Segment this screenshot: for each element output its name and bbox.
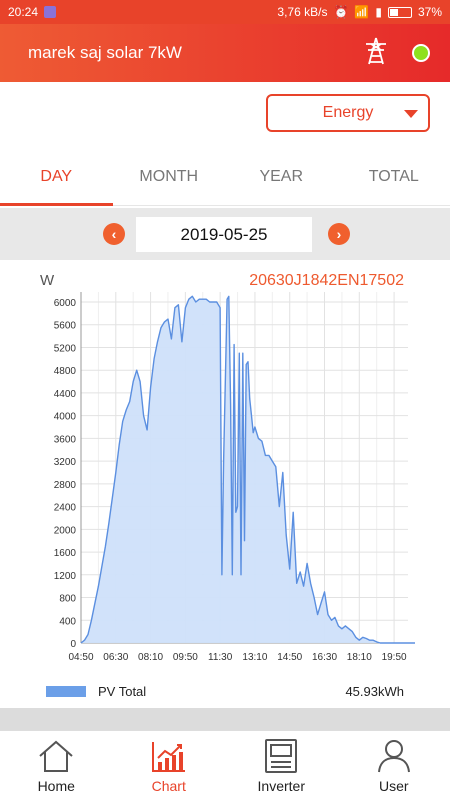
x-tick-label: 06:30	[103, 652, 128, 663]
nav-chart-label: Chart	[151, 778, 186, 794]
period-tabs: DAY MONTH YEAR TOTAL	[0, 148, 450, 206]
x-tick-label: 18:10	[347, 652, 372, 663]
energy-total: 45.93kWh	[345, 684, 404, 699]
y-tick-label: 800	[59, 594, 76, 605]
y-tick-label: 4000	[54, 412, 77, 423]
y-tick-label: 4800	[54, 366, 77, 377]
metric-dropdown[interactable]: Energy	[266, 94, 430, 132]
inverter-icon	[265, 739, 298, 773]
y-tick-label: 5600	[54, 321, 77, 332]
nav-inverter[interactable]: Inverter	[225, 731, 338, 800]
x-tick-label: 08:10	[138, 652, 163, 663]
nav-user[interactable]: User	[338, 731, 450, 800]
nav-user-label: User	[378, 778, 409, 794]
power-chart[interactable]: 04:50 06:30 08:10 09:50 11:30 13:10 14:50 16:30…	[0, 262, 450, 672]
nav-home-label: Home	[37, 778, 75, 794]
y-tick-label: 3600	[54, 434, 77, 445]
x-tick-label: 16:30	[312, 652, 337, 663]
y-tick-label: 1200	[54, 571, 77, 582]
previous-day-button[interactable]: ‹	[103, 223, 125, 245]
x-tick-label: 04:50	[68, 652, 93, 663]
date-display[interactable]: 2019-05-25	[136, 217, 312, 252]
nav-home[interactable]: Home	[0, 731, 113, 800]
bottom-nav: Home Chart Inverter User	[0, 730, 450, 800]
y-tick-label: 400	[59, 616, 76, 627]
home-icon	[39, 740, 73, 772]
y-tick-label: 2000	[54, 525, 77, 536]
online-status-indicator	[412, 44, 430, 62]
power-tower-icon[interactable]	[362, 36, 390, 71]
app-bar: marek saj solar 7kW	[0, 24, 450, 82]
legend-swatch	[46, 686, 86, 697]
series-area	[81, 296, 415, 643]
chart-icon	[151, 742, 185, 772]
x-tick-label: 11:30	[208, 652, 233, 663]
tab-total[interactable]: TOTAL	[338, 148, 450, 205]
y-tick-label: 4400	[54, 389, 77, 400]
x-tick-label: 13:10	[242, 652, 267, 663]
dropdown-caret-icon	[404, 110, 418, 118]
network-speed: 3,76 kB/s	[277, 5, 328, 19]
y-tick-label: 0	[70, 639, 76, 650]
y-tick-label: 2400	[54, 503, 77, 514]
battery-icon	[387, 6, 412, 18]
nav-inverter-label: Inverter	[257, 778, 305, 794]
chevron-right-icon: ›	[336, 226, 342, 242]
chart-panel: W 20630J1842EN17502 04:50 06:30 08:10 09:50…	[0, 262, 450, 710]
date-navigator: ‹ 2019-05-25 ›	[0, 208, 450, 260]
battery-level: 37%	[417, 5, 442, 19]
plant-title: marek saj solar 7kW	[28, 43, 182, 62]
y-tick-label: 6000	[54, 298, 77, 309]
y-tick-label: 2800	[54, 480, 77, 491]
metric-dropdown-value: Energy	[322, 104, 374, 121]
status-bar: 20:24 3,76 kB/s ⏰ 📶 ▮ 37%	[0, 0, 450, 24]
chevron-left-icon: ‹	[111, 226, 117, 242]
selector-row: Energy	[0, 82, 450, 146]
user-icon	[377, 740, 410, 773]
notification-icon	[44, 6, 57, 18]
clock: 20:24	[8, 5, 39, 19]
y-tick-label: 5200	[54, 343, 77, 354]
x-tick-label: 09:50	[173, 652, 198, 663]
nav-chart[interactable]: Chart	[113, 731, 226, 800]
tab-day[interactable]: DAY	[0, 148, 113, 206]
x-tick-label: 14:50	[277, 652, 302, 663]
tab-year[interactable]: YEAR	[225, 148, 338, 205]
legend-series-name: PV Total	[98, 684, 147, 699]
y-tick-label: 1600	[54, 548, 77, 559]
alarm-icon: ⏰	[333, 5, 349, 19]
y-tick-label: 3200	[54, 457, 77, 468]
signal-icon: ▮	[375, 5, 382, 19]
chart-legend: PV Total 45.93kWh	[0, 678, 450, 704]
next-day-button[interactable]: ›	[328, 223, 350, 245]
tab-month[interactable]: MONTH	[113, 148, 226, 205]
x-tick-label: 19:50	[382, 652, 407, 663]
decorative-strip	[0, 708, 450, 730]
wifi-icon: 📶	[354, 5, 370, 19]
